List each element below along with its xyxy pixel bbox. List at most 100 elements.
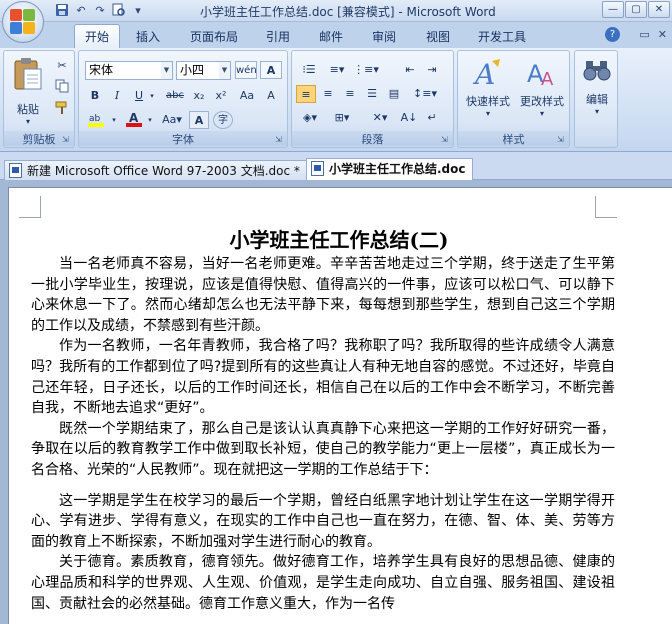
maximize-button[interactable]: ▢: [625, 1, 647, 18]
highlight-icon[interactable]: ab: [85, 111, 107, 129]
tab-developer[interactable]: 开发工具: [478, 28, 526, 45]
document-area: 小学班主任工作总结(二) 当一名老师真不容易，当好一名老师更难。辛辛苦苦地走过三…: [0, 181, 672, 624]
decrease-indent-icon[interactable]: ⇤: [400, 61, 420, 79]
superscript-icon[interactable]: x²: [211, 87, 231, 105]
svg-text:A: A: [541, 69, 554, 89]
highlight-dropdown-icon[interactable]: ▾: [109, 111, 119, 129]
justify-icon[interactable]: ☰: [362, 85, 382, 103]
font-color-icon[interactable]: A: [123, 111, 145, 129]
redo-icon[interactable]: ↷: [92, 3, 108, 19]
doc-tab-current[interactable]: 小学班主任工作总结.doc: [306, 158, 473, 180]
document-page[interactable]: 小学班主任工作总结(二) 当一名老师真不容易，当好一名老师更难。辛辛苦苦地走过三…: [8, 187, 672, 624]
editing-button[interactable]: 编辑 ▾: [577, 57, 617, 116]
shading-icon[interactable]: ◈▾: [296, 109, 324, 127]
paragraph: 这一学期是学生在校学习的最后一个学期，曾经白纸黑字地计划让学生在这一学期学得开心…: [31, 492, 615, 550]
align-right-icon[interactable]: ≡: [340, 85, 360, 103]
bold-icon[interactable]: B: [85, 87, 105, 105]
print-preview-icon[interactable]: [111, 3, 127, 19]
paragraph-launcher-icon[interactable]: ⇲: [441, 135, 451, 145]
ribbon-tabs: 开始 插入 页面布局 引用 邮件 审阅 视图 开发工具 ? ▭ ✕: [0, 22, 672, 49]
office-logo-icon: [10, 9, 36, 35]
ribbon-mini-controls: ▭ ✕: [639, 28, 667, 41]
title-bar: ↶ ↷ ▾ 小学班主任工作总结.doc [兼容模式] - Microsoft W…: [0, 0, 672, 43]
tab-references[interactable]: 引用: [266, 28, 290, 45]
clipboard-launcher-icon[interactable]: ⇲: [62, 135, 72, 145]
office-button[interactable]: [2, 1, 44, 43]
font-group-label: 字体: [79, 131, 287, 146]
clear-formatting-icon[interactable]: A: [261, 87, 281, 105]
numbering-icon[interactable]: ≡▾: [324, 61, 350, 79]
close-small-icon[interactable]: ✕: [658, 28, 667, 41]
change-styles-button[interactable]: AA 更改样式 ▾: [516, 57, 568, 118]
underline-icon[interactable]: U: [129, 87, 149, 105]
minimize-button[interactable]: —: [602, 1, 624, 18]
sort-icon[interactable]: A↓: [398, 109, 420, 127]
font-launcher-icon[interactable]: ⇲: [275, 135, 285, 145]
italic-icon[interactable]: I: [107, 87, 127, 105]
styles-launcher-icon[interactable]: ⇲: [557, 135, 567, 145]
paragraph: 既然一个学期结束了，那么自己是该认认真真静下心来把这一学期的工作好好研究一番，争…: [31, 420, 615, 478]
paste-button[interactable]: 粘贴 ▾: [8, 57, 48, 126]
enclose-char-icon[interactable]: 字: [213, 111, 233, 129]
restore-small-icon[interactable]: ▭: [639, 28, 649, 41]
align-left-icon[interactable]: ≡: [296, 85, 316, 103]
underline-dropdown-icon[interactable]: ▾: [147, 87, 157, 105]
paste-icon: [12, 57, 44, 90]
doc-tab-new[interactable]: 新建 Microsoft Office Word 97-2003 文档.doc …: [4, 160, 307, 180]
window-controls: — ▢ ✕: [602, 1, 670, 18]
help-icon[interactable]: ?: [605, 27, 620, 42]
borders-icon[interactable]: ⊞▾: [328, 109, 356, 127]
align-center-icon[interactable]: ≡: [318, 85, 338, 103]
word-document-icon: [311, 161, 324, 176]
ribbon: 粘贴 ▾ ✂ 剪贴板 ⇲ 宋体 ▼ 小四 ▼ wén A B I U ▾ abc…: [0, 48, 672, 152]
show-marks-icon[interactable]: ↵: [422, 109, 442, 127]
paragraph: 当一名老师真不容易，当好一名老师更难。辛辛苦苦地走过三个学期，终于送走了生平第一…: [31, 256, 615, 334]
font-name-combo[interactable]: 宋体 ▼: [85, 61, 173, 80]
group-editing: 编辑 ▾: [574, 50, 618, 148]
format-painter-icon[interactable]: [52, 101, 72, 119]
font-name-dropdown-icon[interactable]: ▼: [161, 62, 172, 79]
subscript-icon[interactable]: x₂: [189, 87, 209, 105]
document-heading: 小学班主任工作总结(二): [229, 228, 449, 252]
window-title: 小学班主任工作总结.doc [兼容模式] - Microsoft Word: [200, 5, 496, 19]
change-styles-label: 更改样式: [520, 95, 564, 108]
grow-font-icon[interactable]: Aa▾: [159, 111, 185, 129]
svg-text:A: A: [129, 111, 139, 125]
close-button[interactable]: ✕: [648, 1, 670, 18]
char-shading-icon[interactable]: A: [189, 111, 209, 129]
paste-label: 粘贴: [17, 103, 39, 116]
document-body[interactable]: 当一名老师真不容易，当好一名老师更难。辛辛苦苦地走过三个学期，终于送走了生平第一…: [31, 254, 615, 614]
increase-indent-icon[interactable]: ⇥: [422, 61, 442, 79]
chinese-layout-icon[interactable]: ✕▾: [366, 109, 394, 127]
doc-tab-current-label: 小学班主任工作总结.doc: [329, 162, 466, 176]
char-border-icon[interactable]: A: [260, 61, 282, 79]
editing-dropdown-icon: ▾: [594, 107, 599, 116]
undo-icon[interactable]: ↶: [73, 3, 89, 19]
line-spacing-icon[interactable]: ↕≡▾: [410, 85, 440, 103]
tab-page-layout[interactable]: 页面布局: [190, 28, 238, 45]
distributed-icon[interactable]: ▤: [384, 85, 404, 103]
binoculars-icon: [581, 57, 613, 89]
cut-icon[interactable]: ✂: [52, 57, 72, 75]
change-case-icon[interactable]: Aa: [235, 87, 259, 105]
bullets-icon[interactable]: ⁝☰: [296, 61, 322, 79]
doc-tab-new-label: 新建 Microsoft Office Word 97-2003 文档.doc …: [27, 164, 300, 178]
quick-styles-button[interactable]: A 快速样式 ▾: [462, 57, 514, 118]
multilevel-list-icon[interactable]: ⋮≡▾: [352, 61, 380, 79]
editing-label: 编辑: [586, 93, 608, 106]
tab-view[interactable]: 视图: [426, 28, 450, 45]
phonetic-guide-icon[interactable]: wén: [235, 61, 257, 79]
font-name-value: 宋体: [89, 63, 114, 77]
group-paragraph: ⁝☰ ≡▾ ⋮≡▾ ⇤ ⇥ ≡ ≡ ≡ ☰ ▤ ↕≡▾ ◈▾ ⊞▾ ✕▾ A↓ …: [291, 50, 454, 148]
font-color-dropdown-icon[interactable]: ▾: [145, 111, 155, 129]
tab-review[interactable]: 审阅: [372, 28, 396, 45]
save-icon[interactable]: [54, 3, 70, 19]
font-size-combo[interactable]: 小四 ▼: [176, 61, 231, 80]
tab-insert[interactable]: 插入: [136, 28, 160, 45]
tab-mailings[interactable]: 邮件: [319, 28, 343, 45]
customize-icon[interactable]: ▾: [130, 3, 146, 19]
copy-icon[interactable]: [52, 79, 72, 97]
tab-home[interactable]: 开始: [74, 24, 121, 49]
strikethrough-icon[interactable]: abc: [163, 87, 187, 105]
font-size-dropdown-icon[interactable]: ▼: [219, 62, 230, 79]
